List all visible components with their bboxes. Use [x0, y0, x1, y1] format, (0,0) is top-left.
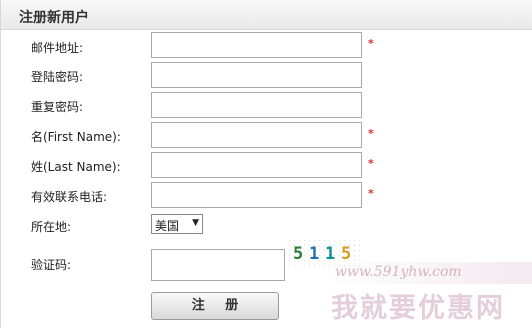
phone-required-mark: *	[368, 187, 374, 200]
captcha-digit: 1	[309, 244, 325, 264]
email-label: 邮件地址:	[31, 41, 84, 55]
captcha-digit: 1	[325, 244, 341, 264]
captcha-digit: 5	[293, 244, 309, 264]
registration-panel: 注册新用户 邮件地址: * 登陆密码: 重复密码: 名(First Name):…	[0, 0, 532, 328]
last-name-required-mark: *	[368, 157, 374, 170]
password-field[interactable]	[151, 62, 362, 88]
captcha-digit: 5	[341, 244, 357, 264]
captcha-field[interactable]	[151, 249, 285, 281]
phone-label: 有效联系电话:	[31, 190, 108, 204]
watermark-url: www.591yhw.com	[335, 264, 462, 280]
repeat-password-label: 重复密码:	[31, 100, 84, 114]
email-required-mark: *	[368, 37, 374, 50]
repeat-password-field[interactable]	[151, 92, 362, 118]
last-name-field[interactable]	[151, 152, 362, 178]
phone-field[interactable]	[151, 182, 362, 208]
location-select[interactable]: 美国 ▼	[151, 214, 203, 234]
password-label: 登陆密码:	[31, 70, 84, 84]
page-title: 注册新用户	[19, 10, 89, 26]
first-name-field[interactable]	[151, 122, 362, 148]
location-selected-value: 美国	[155, 219, 180, 233]
register-button[interactable]: 注 册	[151, 292, 279, 320]
email-field[interactable]	[151, 32, 362, 58]
captcha-label: 验证码:	[31, 258, 72, 272]
location-label: 所在地:	[31, 220, 72, 234]
first-name-label: 名(First Name):	[31, 130, 121, 144]
first-name-required-mark: *	[368, 127, 374, 140]
watermark-logo-text: 我就要优惠网	[331, 293, 505, 324]
last-name-label: 姓(Last Name):	[31, 160, 121, 174]
dropdown-arrow-icon: ▼	[192, 218, 199, 228]
panel-header: 注册新用户	[1, 0, 532, 30]
